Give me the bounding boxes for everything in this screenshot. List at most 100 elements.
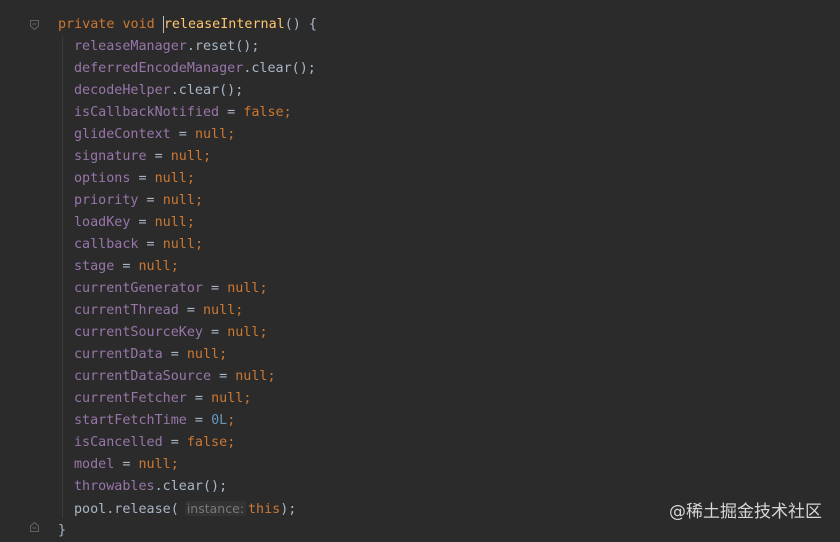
method-call: .reset(); — [186, 39, 260, 54]
code-line-decode-helper[interactable]: decodeHelper.clear(); — [74, 80, 243, 102]
indent-guide — [62, 36, 63, 518]
identifier: currentSourceKey — [74, 325, 203, 340]
literal-keyword: null — [186, 347, 220, 362]
assign-operator: = — [170, 127, 195, 142]
literal-keyword: false — [243, 105, 284, 120]
return-type-keyword: void — [122, 17, 155, 32]
literal-keyword: false — [186, 435, 228, 450]
assign-operator: = — [146, 149, 171, 164]
assign-operator: = — [162, 435, 187, 450]
closing-brace-line[interactable]: } — [58, 520, 66, 542]
code-line-priority[interactable]: priority = null; — [74, 190, 203, 212]
semicolon: ; — [259, 325, 268, 340]
semicolon: ; — [259, 281, 268, 296]
code-line-current-generator[interactable]: currentGenerator = null; — [74, 278, 268, 300]
assign-operator: = — [203, 281, 228, 296]
semicolon: ; — [194, 237, 203, 252]
code-line-current-data[interactable]: currentData = null; — [74, 344, 227, 366]
literal-keyword: null — [235, 369, 268, 384]
number-literal: 0L — [211, 413, 228, 428]
code-line-current-thread[interactable]: currentThread = null; — [74, 300, 243, 322]
identifier: currentData — [74, 347, 163, 362]
semicolon: ; — [194, 193, 203, 208]
semicolon: ; — [203, 149, 212, 164]
identifier: priority — [74, 193, 139, 208]
identifier: currentGenerator — [74, 281, 203, 296]
pool-release-line[interactable]: pool.release(instance: this); — [74, 498, 296, 520]
semicolon: ; — [186, 171, 195, 186]
this-keyword: this — [247, 502, 281, 517]
semicolon: ; — [283, 105, 292, 120]
code-line-model[interactable]: model = null; — [74, 454, 179, 476]
code-editor[interactable]: private void releaseInternal() { release… — [0, 0, 840, 541]
literal-keyword: null — [154, 171, 187, 186]
assign-operator: = — [138, 193, 163, 208]
method-call: .clear(); — [154, 479, 228, 494]
identifier: deferredEncodeManager — [74, 61, 244, 76]
semicolon: ; — [219, 347, 228, 362]
identifier: isCancelled — [74, 435, 163, 450]
semicolon: ; — [186, 215, 195, 230]
literal-keyword: null — [154, 215, 187, 230]
literal-keyword: null — [162, 193, 195, 208]
identifier: throwables — [74, 479, 155, 494]
assign-operator: = — [219, 105, 244, 120]
identifier: currentDataSource — [74, 369, 212, 384]
semicolon: ; — [227, 127, 236, 142]
method-header-line[interactable]: private void releaseInternal() { — [58, 14, 317, 36]
identifier: decodeHelper — [74, 83, 171, 98]
method-call: .clear(); — [243, 61, 316, 76]
assign-operator: = — [178, 303, 203, 318]
literal-keyword: null — [162, 237, 195, 252]
assign-operator: = — [130, 171, 155, 186]
code-line-load-key[interactable]: loadKey = null; — [74, 212, 195, 234]
assign-operator: = — [162, 347, 187, 362]
identifier: options — [74, 171, 131, 186]
editor-gutter — [0, 0, 48, 541]
code-line-current-data-source[interactable]: currentDataSource = null; — [74, 366, 276, 388]
assign-operator: = — [186, 391, 212, 406]
code-line-deferred-encode[interactable]: deferredEncodeManager.clear(); — [74, 58, 316, 80]
code-line-current-fetcher[interactable]: currentFetcher = null; — [74, 388, 251, 410]
code-line-callback[interactable]: callback = null; — [74, 234, 203, 256]
literal-keyword: null — [170, 149, 203, 164]
closing-brace: } — [58, 523, 67, 538]
semicolon: ; — [227, 413, 236, 428]
assign-operator: = — [203, 325, 228, 340]
code-line-stage[interactable]: stage = null; — [74, 256, 179, 278]
code-line-throwables[interactable]: throwables.clear(); — [74, 476, 227, 498]
identifier: loadKey — [74, 215, 131, 230]
code-line-is-cancelled[interactable]: isCancelled = false; — [74, 432, 235, 454]
code-line-release-manager[interactable]: releaseManager.reset(); — [74, 36, 259, 58]
assign-operator: = — [130, 215, 155, 230]
semicolon: ; — [243, 391, 252, 406]
semicolon: ; — [170, 259, 179, 274]
identifier: currentThread — [74, 303, 179, 318]
code-line-is-callback[interactable]: isCallbackNotified = false; — [74, 102, 292, 124]
literal-keyword: null — [194, 127, 228, 142]
code-line-start-fetch-time[interactable]: startFetchTime = 0L; — [74, 410, 235, 432]
release-call: .release( — [106, 502, 179, 517]
semicolon: ; — [170, 457, 179, 472]
code-line-signature[interactable]: signature = null; — [74, 146, 211, 168]
fold-open-icon[interactable] — [30, 20, 39, 30]
assign-operator: = — [211, 369, 236, 384]
literal-keyword: null — [203, 303, 236, 318]
code-line-glide-context[interactable]: glideContext = null; — [74, 124, 235, 146]
semicolon: ; — [227, 435, 236, 450]
literal-keyword: null — [211, 391, 244, 406]
parameter-hint: instance: — [184, 501, 246, 516]
assign-operator: = — [186, 413, 212, 428]
identifier: isCallbackNotified — [74, 105, 220, 120]
modifier-keyword: private — [58, 17, 115, 32]
code-line-current-source-key[interactable]: currentSourceKey = null; — [74, 322, 268, 344]
fold-close-icon[interactable] — [30, 522, 39, 532]
literal-keyword: null — [138, 259, 171, 274]
literal-keyword: null — [138, 457, 171, 472]
watermark: @稀土掘金技术社区 — [669, 502, 822, 522]
method-signature-rest: () { — [284, 17, 317, 32]
identifier: currentFetcher — [74, 391, 187, 406]
code-line-options[interactable]: options = null; — [74, 168, 195, 190]
identifier: signature — [74, 149, 147, 164]
assign-operator: = — [138, 237, 163, 252]
